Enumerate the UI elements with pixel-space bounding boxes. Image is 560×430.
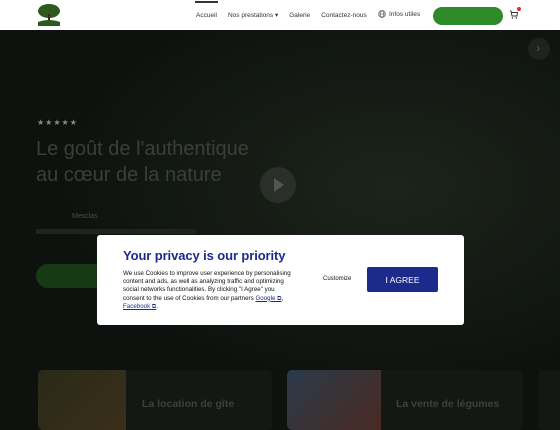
- site-header: Accueil Nos prestations ▾ Galerie Contac…: [0, 0, 560, 30]
- nav-prestations-label: Nos prestations: [227, 12, 274, 19]
- nav-accueil[interactable]: Accueil: [195, 0, 218, 19]
- chevron-right-icon[interactable]: [528, 38, 550, 60]
- infos-utiles-link[interactable]: Infos utiles: [378, 10, 420, 18]
- services-cards: La location de gîte La vente de légumes: [0, 370, 560, 430]
- cart-badge: [517, 7, 521, 11]
- infos-utiles-label: Infos utiles: [389, 10, 421, 18]
- rating-stars: ★★★★★: [37, 118, 78, 127]
- google-link-label: Google: [255, 294, 276, 302]
- hero-cta-button[interactable]: [36, 264, 106, 288]
- card-legumes-label: La vente de légumes: [396, 398, 500, 410]
- hero-description: [36, 229, 196, 234]
- customize-link[interactable]: Customize: [323, 276, 351, 282]
- cookie-consent-dialog: Your privacy is our priority We use Cook…: [97, 235, 464, 325]
- google-link[interactable]: Google ⧉: [255, 295, 281, 302]
- facebook-link[interactable]: Facebook ⧉: [123, 303, 156, 310]
- nav-contact[interactable]: Contactez-nous: [321, 12, 367, 19]
- globe-icon: [378, 10, 386, 18]
- hero-title-line1: Le goût de l'authentique: [36, 138, 249, 160]
- card-legumes[interactable]: La vente de légumes: [287, 370, 523, 430]
- gite-image: [38, 370, 126, 430]
- tree-logo-icon[interactable]: [33, 2, 65, 28]
- nav-galerie[interactable]: Galerie: [289, 12, 310, 19]
- play-icon[interactable]: [260, 167, 296, 203]
- nav-prestations[interactable]: Nos prestations ▾: [228, 11, 278, 19]
- facebook-link-label: Facebook: [123, 302, 151, 310]
- card-gite-label: La location de gîte: [142, 398, 235, 410]
- cookie-body: We use Cookies to improve user experienc…: [123, 270, 291, 310]
- chevron-down-icon: ▾: [274, 12, 279, 19]
- hero-subtitle: Mesclas: [72, 213, 98, 220]
- agree-button[interactable]: I AGREE: [367, 267, 438, 292]
- cookie-title: Your privacy is our priority: [123, 248, 286, 263]
- card-gite[interactable]: La location de gîte: [38, 370, 272, 430]
- main-nav: Accueil Nos prestations ▾ Galerie Contac…: [195, 0, 378, 30]
- hero-title-line2: au cœur de la nature: [36, 164, 222, 186]
- hero-title: Le goût de l'authentique au cœur de la n…: [36, 136, 249, 188]
- legumes-image: [287, 370, 381, 430]
- cart-icon[interactable]: [509, 10, 518, 19]
- reserve-button[interactable]: [433, 7, 503, 25]
- hero-section: [0, 30, 560, 420]
- card-next[interactable]: [538, 370, 560, 430]
